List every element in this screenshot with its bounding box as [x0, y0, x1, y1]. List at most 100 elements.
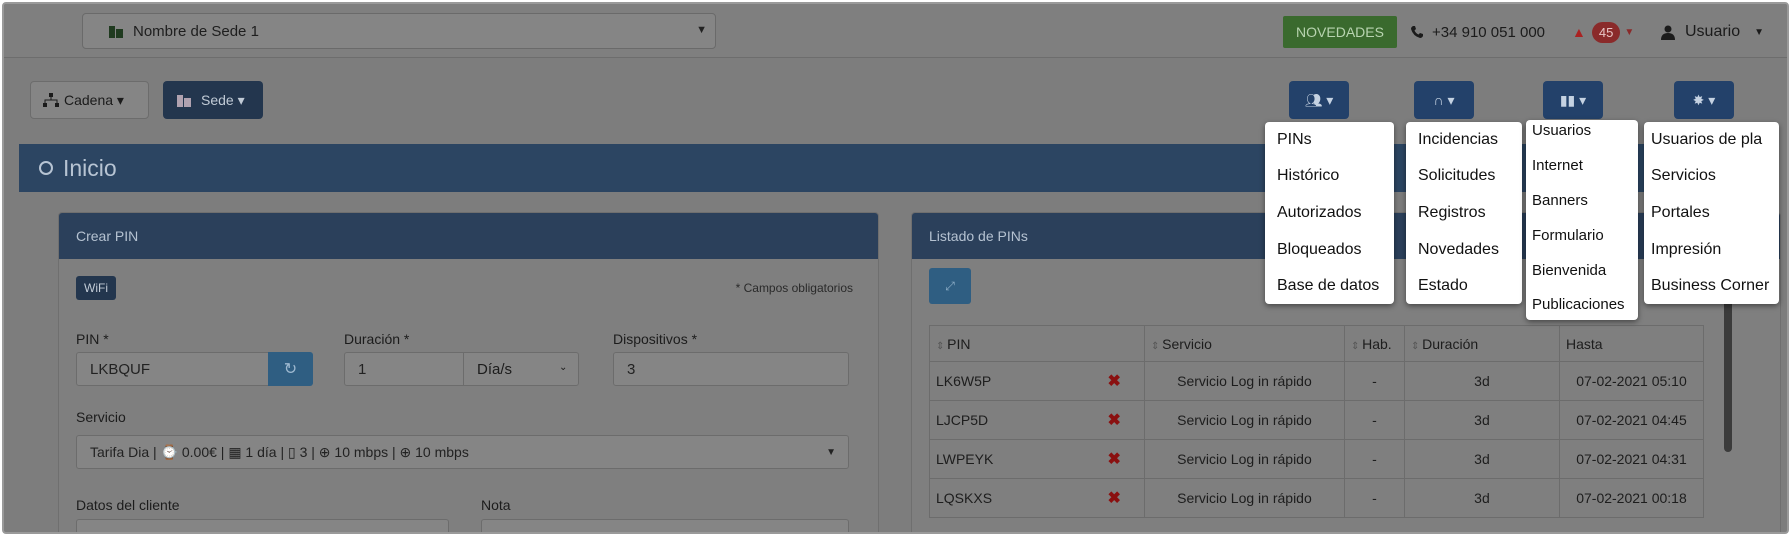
user-menu[interactable]: Usuario ▼ — [1661, 18, 1764, 46]
table-row: LQSKXS ✖ Servicio Log in rápido - 3d 07-… — [929, 478, 1705, 518]
menu-item-estado[interactable]: Estado — [1418, 277, 1468, 295]
novedades-button[interactable]: NOVEDADES — [1283, 16, 1397, 48]
menu-item-pins[interactable]: PINs — [1277, 131, 1312, 149]
refresh-icon: ↻ — [283, 361, 298, 378]
hierarchy-icon — [43, 93, 59, 107]
dashboard-icon — [39, 161, 53, 175]
sede-button[interactable]: Sede ▾ — [163, 81, 263, 119]
servicio-cell: Servicio Log in rápido — [1143, 400, 1345, 440]
headset-icon: ∩ ▾ — [1433, 91, 1455, 108]
phone-contact[interactable]: +34 910 051 000 — [1410, 18, 1545, 46]
caret-down-icon: ▼ — [1754, 26, 1765, 38]
servicio-cell: Servicio Log in rápido — [1143, 361, 1345, 401]
delete-icon[interactable]: ✖ — [1084, 361, 1145, 401]
sede-label: Sede ▾ — [201, 91, 245, 108]
regenerate-pin-button[interactable]: ↻ — [268, 352, 313, 386]
pin-input[interactable]: LKBQUF — [76, 352, 269, 386]
nota-label: Nota — [481, 497, 511, 513]
column-header-duracion[interactable]: ⇕ Duración — [1403, 325, 1560, 362]
hasta-cell: 07-02-2021 05:10 — [1558, 361, 1705, 401]
app-frame: Nombre de Sede 1 ▼ NOVEDADES +34 910 051… — [2, 2, 1789, 534]
menu-item-incidencias[interactable]: Incidencias — [1418, 131, 1498, 149]
menu-item-portales[interactable]: Portales — [1651, 204, 1710, 222]
menu-item-historico[interactable]: Histórico — [1277, 167, 1339, 185]
servicio-label: Servicio — [76, 409, 126, 425]
users-menu-button[interactable]: 👥︎ ▾ — [1289, 81, 1349, 119]
dispositivos-input[interactable]: 3 — [613, 352, 849, 386]
hasta-cell: 07-02-2021 04:31 — [1558, 439, 1705, 479]
menu-item-publicaciones[interactable]: Publicaciones — [1532, 296, 1625, 313]
stats-dropdown: Usuarios Internet Banners Formulario Bie… — [1526, 120, 1638, 320]
menu-item-formulario[interactable]: Formulario — [1532, 227, 1604, 244]
menu-item-registros[interactable]: Registros — [1418, 204, 1486, 222]
menu-item-servicios[interactable]: Servicios — [1651, 167, 1716, 185]
menu-item-business-corner[interactable]: Business Corner — [1651, 277, 1769, 295]
menu-item-novedades[interactable]: Novedades — [1418, 241, 1499, 259]
menu-item-impresion[interactable]: Impresión — [1651, 241, 1721, 259]
notifications-toggle[interactable]: ▲ 45 ▼ — [1572, 18, 1634, 46]
duracion-input[interactable]: 1 — [344, 352, 579, 386]
hab-cell: - — [1343, 478, 1405, 518]
cadena-label: Cadena ▾ — [64, 91, 124, 108]
users-icon: 👥︎ ▾ — [1304, 91, 1334, 108]
menu-item-bloqueados[interactable]: Bloqueados — [1277, 241, 1362, 259]
column-header-hab[interactable]: ⇕ Hab. — [1343, 325, 1405, 362]
settings-menu-button[interactable]: ✸ ▾ — [1674, 81, 1734, 119]
support-dropdown: Incidencias Solicitudes Registros Noveda… — [1406, 122, 1522, 304]
column-header-servicio[interactable]: ⇕ Servicio — [1143, 325, 1345, 362]
hab-cell: - — [1343, 361, 1405, 401]
duracion-divider — [463, 352, 464, 386]
menu-item-base-de-datos[interactable]: Base de datos — [1277, 277, 1379, 295]
sede-selector[interactable]: Nombre de Sede 1 ▼ — [82, 13, 716, 49]
duracion-cell: 3d — [1403, 439, 1560, 479]
required-note: * Campos obligatorios — [735, 281, 853, 295]
column-header-pin[interactable]: ⇕ PIN — [929, 325, 1145, 362]
sede-selector-label: Nombre de Sede 1 — [133, 22, 259, 40]
pin-cell: LK6W5P — [929, 361, 1085, 401]
duracion-value: 1 — [358, 360, 367, 378]
building-icon — [109, 24, 123, 38]
wifi-tag[interactable]: WiFi — [76, 276, 116, 300]
hasta-cell: 07-02-2021 04:45 — [1558, 400, 1705, 440]
bell-icon: ▲ — [1572, 24, 1586, 40]
servicio-cell: Servicio Log in rápido — [1143, 439, 1345, 479]
support-menu-button[interactable]: ∩ ▾ — [1414, 81, 1474, 119]
menu-item-solicitudes[interactable]: Solicitudes — [1418, 167, 1495, 185]
pin-label: PIN * — [76, 331, 109, 347]
datos-cliente-input[interactable] — [76, 519, 449, 532]
caret-down-icon: ▼ — [696, 24, 707, 36]
servicio-select[interactable]: Tarifa Dia | ⌚ 0.00€ | ▦ 1 día | ▯ 3 | ⊕… — [76, 435, 849, 469]
servicio-value: Tarifa Dia | ⌚ 0.00€ | ▦ 1 día | ▯ 3 | ⊕… — [90, 443, 469, 460]
cadena-button[interactable]: Cadena ▾ — [30, 81, 149, 119]
duracion-cell: 3d — [1403, 478, 1560, 518]
table-row: LJCP5D ✖ Servicio Log in rápido - 3d 07-… — [929, 400, 1705, 440]
duracion-unit-select[interactable]: Día/s — [477, 361, 512, 378]
expand-icon: ⤢ — [945, 278, 955, 293]
stats-menu-button[interactable]: ▮▮ ▾ — [1543, 81, 1603, 119]
expand-button[interactable]: ⤢ — [929, 268, 971, 304]
duracion-cell: 3d — [1403, 400, 1560, 440]
caret-down-icon: ▼ — [826, 446, 836, 458]
phone-icon — [1411, 26, 1423, 38]
delete-icon[interactable]: ✖ — [1084, 439, 1145, 479]
menu-item-autorizados[interactable]: Autorizados — [1277, 204, 1362, 222]
menu-item-usuarios-plataforma[interactable]: Usuarios de pla — [1651, 131, 1762, 149]
hab-cell: - — [1343, 400, 1405, 440]
menu-item-bienvenida[interactable]: Bienvenida — [1532, 262, 1606, 279]
menu-item-banners[interactable]: Banners — [1532, 192, 1588, 209]
nota-input[interactable] — [481, 519, 849, 532]
delete-icon[interactable]: ✖ — [1084, 400, 1145, 440]
page-title: Inicio — [63, 154, 117, 181]
settings-dropdown: Usuarios de pla Servicios Portales Impre… — [1644, 122, 1779, 304]
menu-item-usuarios[interactable]: Usuarios — [1532, 122, 1591, 139]
duracion-cell: 3d — [1403, 361, 1560, 401]
table-row: LWPEYK ✖ Servicio Log in rápido - 3d 07-… — [929, 439, 1705, 479]
hasta-cell: 07-02-2021 00:18 — [1558, 478, 1705, 518]
delete-icon[interactable]: ✖ — [1084, 478, 1145, 518]
menu-item-internet[interactable]: Internet — [1532, 157, 1583, 174]
table-row: LK6W5P ✖ Servicio Log in rápido - 3d 07-… — [929, 361, 1705, 401]
building-icon — [177, 93, 191, 107]
duracion-label: Duración * — [344, 331, 410, 347]
top-bar: Nombre de Sede 1 ▼ NOVEDADES +34 910 051… — [4, 4, 1787, 58]
column-header-hasta[interactable]: Hasta — [1558, 325, 1705, 362]
